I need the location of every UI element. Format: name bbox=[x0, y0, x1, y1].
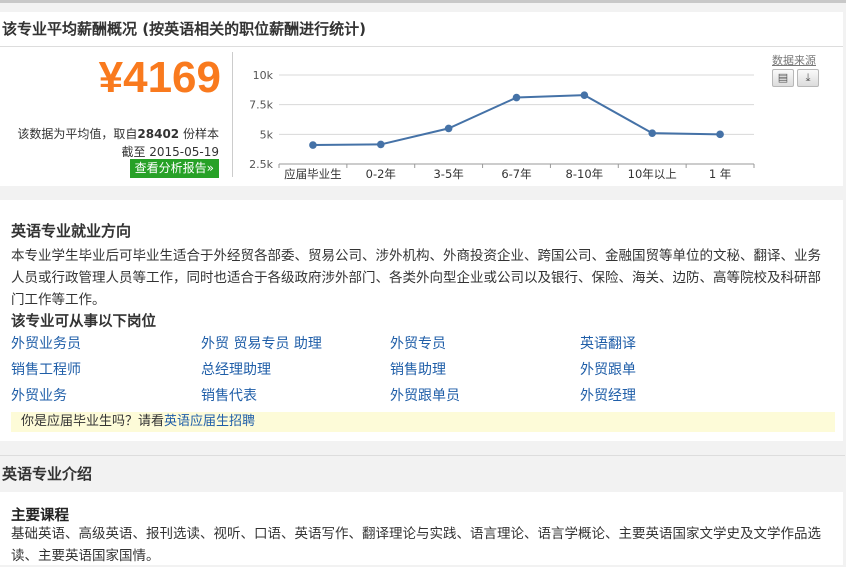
y-tick-label: 2.5k bbox=[249, 158, 273, 171]
salary-line-chart: 2.5k 5k 7.5k 10k 应届毕业生 0-2年 3-5年 6-7年 8-10年 10年以上… bbox=[249, 69, 755, 181]
job-link[interactable]: 外贸跟单员 bbox=[390, 385, 460, 405]
average-salary: ¥4169 bbox=[98, 53, 221, 102]
x-tick-label: 0-2年 bbox=[366, 167, 396, 181]
divider bbox=[232, 52, 233, 177]
career-description: 本专业学生毕业后可毕业生适合于外经贸各部委、贸易公司、涉外机构、外商投资企业、跨… bbox=[11, 248, 821, 308]
salary-summary: ¥4169 该数据为平均值，取自28402 份样本 截至 2015-05-19 … bbox=[0, 47, 225, 186]
major-intro-header: 英语专业介绍 bbox=[0, 455, 845, 493]
view-report-button[interactable]: 查看分析报告» bbox=[129, 159, 219, 178]
top-border bbox=[0, 0, 846, 3]
job-link[interactable]: 英语翻译 bbox=[580, 333, 636, 353]
job-link[interactable]: 外贸经理 bbox=[580, 385, 636, 405]
data-source-link[interactable]: 数据来源 bbox=[772, 52, 828, 68]
graduate-jobs-link[interactable]: 英语应届生招聘 bbox=[164, 414, 255, 429]
career-title: 英语专业就业方向 bbox=[11, 222, 132, 240]
x-tick-label: 应届毕业生 bbox=[284, 167, 342, 181]
job-link[interactable]: 销售工程师 bbox=[11, 359, 81, 379]
job-link[interactable]: 总经理助理 bbox=[201, 359, 271, 379]
job-link[interactable]: 外贸跟单 bbox=[580, 359, 636, 379]
x-tick-label: 3-5年 bbox=[433, 167, 463, 181]
job-link[interactable]: 外贸专员 bbox=[390, 333, 446, 353]
date-note: 截至 2015-05-19 bbox=[121, 145, 219, 159]
course-title: 主要课程 bbox=[11, 508, 69, 524]
sample-note: 该数据为平均值，取自28402 份样本 bbox=[17, 127, 219, 141]
career-direction-card: 英语专业就业方向 本专业学生毕业后可毕业生适合于外经贸各部委、贸易公司、涉外机构… bbox=[0, 200, 843, 441]
job-link[interactable]: 外贸 贸易专员 助理 bbox=[201, 333, 322, 353]
salary-overview-card: 该专业平均薪酬概况 (按英语相关的职位薪酬进行统计) ¥4169 该数据为平均值… bbox=[0, 12, 843, 186]
graduate-notice: 你是应届毕业生吗？请看英语应届生招聘 bbox=[11, 412, 835, 432]
y-tick-label: 5k bbox=[260, 128, 274, 141]
jobs-title: 该专业可从事以下岗位 bbox=[11, 314, 156, 330]
data-point bbox=[309, 141, 317, 149]
print-icon[interactable]: ▤ bbox=[772, 69, 794, 87]
x-tick-label: 10年以上 bbox=[628, 167, 677, 181]
series-line bbox=[312, 94, 721, 147]
data-point bbox=[580, 91, 589, 99]
data-point bbox=[376, 140, 385, 149]
download-icon[interactable]: ⤓ bbox=[797, 69, 819, 87]
course-description: 基础英语、高级英语、报刊选读、视听、口语、英语写作、翻译理论与实践、语言理论、语… bbox=[11, 526, 821, 564]
chart-tools: 数据来源 ▤ ⤓ bbox=[772, 52, 828, 88]
data-point bbox=[512, 93, 521, 102]
job-link[interactable]: 外贸业务 bbox=[11, 385, 67, 405]
job-link[interactable]: 销售代表 bbox=[201, 385, 257, 405]
sample-count: 28402 bbox=[137, 127, 180, 141]
data-point bbox=[648, 129, 657, 137]
x-tick-label: 1 年 bbox=[709, 167, 731, 181]
x-tick-label: 8-10年 bbox=[566, 167, 604, 181]
data-point bbox=[444, 124, 453, 133]
salary-header: 该专业平均薪酬概况 (按英语相关的职位薪酬进行统计) bbox=[0, 12, 843, 47]
job-link[interactable]: 外贸业务员 bbox=[11, 333, 81, 353]
y-tick-label: 10k bbox=[253, 69, 274, 82]
y-tick-label: 7.5k bbox=[249, 99, 273, 112]
job-link[interactable]: 销售助理 bbox=[390, 359, 446, 379]
major-intro-card: 主要课程 基础英语、高级英语、报刊选读、视听、口语、英语写作、翻译理论与实践、语… bbox=[0, 492, 843, 565]
x-tick-label: 6-7年 bbox=[501, 167, 531, 181]
data-point bbox=[716, 130, 724, 139]
